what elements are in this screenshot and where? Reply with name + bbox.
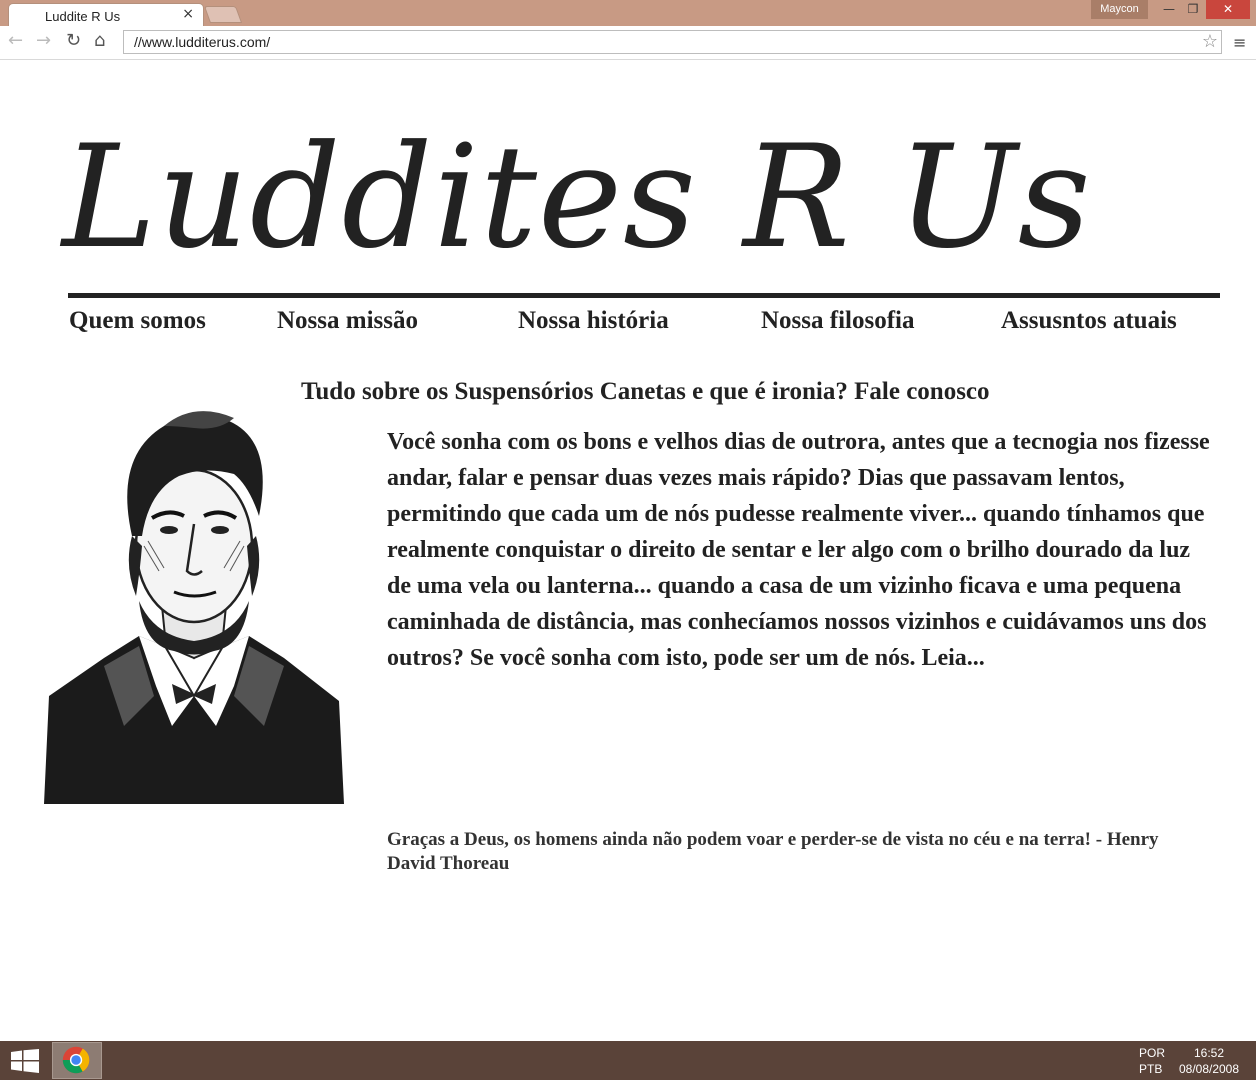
nav-link-nossa-historia[interactable]: Nossa história	[518, 307, 669, 335]
keyboard-layout: PTB	[1139, 1062, 1163, 1076]
taskbar-chrome-button[interactable]	[52, 1042, 102, 1079]
clock-time: 16:52	[1193, 1046, 1225, 1060]
nav-link-nossa-missao[interactable]: Nossa missão	[277, 307, 418, 335]
window-titlebar: Luddite R Us × Maycon — ❐ ✕	[0, 0, 1256, 27]
address-bar[interactable]: //www.ludditerus.com/ ☆	[123, 30, 1222, 54]
thoreau-portrait-image	[44, 411, 344, 804]
bookmark-star-icon[interactable]: ☆	[1202, 31, 1218, 52]
reload-icon[interactable]: ↻	[66, 30, 81, 51]
browser-menu-icon[interactable]: ≡	[1233, 33, 1246, 52]
maximize-button[interactable]: ❐	[1182, 0, 1204, 19]
home-icon[interactable]: ⌂	[94, 30, 105, 51]
close-window-button[interactable]: ✕	[1206, 0, 1250, 19]
intro-paragraph: Você sonha com os bons e velhos dias de …	[387, 429, 1210, 671]
browser-toolbar: ← → ↻ ⌂ //www.ludditerus.com/ ☆ ≡	[0, 26, 1256, 60]
nav-link-assuntos-atuais[interactable]: Assusntos atuais	[1001, 307, 1177, 335]
minimize-button[interactable]: —	[1158, 0, 1180, 19]
lang-code: POR	[1139, 1046, 1166, 1060]
nav-link-nossa-filosofia[interactable]: Nossa filosofia	[761, 307, 914, 335]
clock-date: 08/08/2008	[1178, 1062, 1240, 1076]
nav-link-quem-somos[interactable]: Quem somos	[69, 307, 206, 335]
thoreau-quote: Graças a Deus, os homens ainda não podem…	[387, 829, 1159, 874]
taskbar: POR PTB 16:52 08/08/2008	[0, 1041, 1256, 1080]
new-tab-button[interactable]	[203, 6, 243, 23]
site-logo[interactable]: Luddites R Us	[62, 118, 1092, 278]
forward-arrow-icon[interactable]: →	[36, 30, 51, 51]
tab-title: Luddite R Us	[45, 9, 121, 24]
chrome-logo-icon	[62, 1046, 90, 1074]
page-headline: Tudo sobre os Suspensórios Canetas e que…	[301, 378, 990, 405]
header-divider	[68, 293, 1220, 298]
input-language-indicator[interactable]: POR PTB	[1139, 1045, 1165, 1077]
back-arrow-icon[interactable]: ←	[8, 30, 23, 51]
windows-start-icon[interactable]	[10, 1049, 40, 1073]
browser-tab[interactable]: Luddite R Us ×	[8, 3, 204, 27]
url-text[interactable]: //www.ludditerus.com/	[134, 34, 270, 50]
system-clock[interactable]: 16:52 08/08/2008	[1178, 1045, 1240, 1077]
profile-user-badge[interactable]: Maycon	[1091, 0, 1148, 19]
tab-close-icon[interactable]: ×	[182, 6, 194, 22]
